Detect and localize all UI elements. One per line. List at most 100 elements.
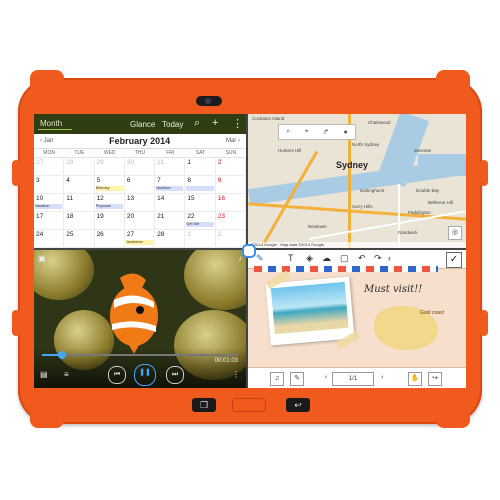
day-number: 5: [96, 177, 101, 184]
done-button[interactable]: ✓: [446, 252, 462, 268]
calendar-day-cell[interactable]: 19: [94, 212, 125, 230]
calendar-day-cell[interactable]: 2: [215, 158, 246, 176]
calendar-event[interactable]: Proposal: [95, 204, 123, 209]
text-icon[interactable]: T: [288, 253, 294, 263]
calendar-day-cell[interactable]: 28: [64, 158, 95, 176]
next-month-button[interactable]: Mar ›: [226, 138, 240, 144]
calendar-day-cell[interactable]: 17: [34, 212, 65, 230]
calendar-day-cell[interactable]: 29: [94, 158, 125, 176]
pin-icon[interactable]: ⌖: [305, 128, 309, 136]
glance-tab[interactable]: Glance: [130, 120, 155, 129]
calendar-day-cell[interactable]: 8: [185, 176, 216, 194]
calendar-day-cell[interactable]: 16: [215, 194, 246, 212]
pen-icon[interactable]: ✎: [256, 253, 264, 264]
calendar-day-cell[interactable]: 9: [215, 176, 246, 194]
directions-icon[interactable]: ↱: [323, 128, 329, 136]
calendar-day-cell[interactable]: 15: [185, 194, 216, 212]
plus-icon[interactable]: +: [212, 117, 218, 129]
calendar-day-cell[interactable]: 18: [64, 212, 95, 230]
calendar-day-cell[interactable]: 24: [34, 230, 65, 248]
hand-tool-icon[interactable]: ✋: [408, 372, 422, 386]
calendar-day-cell[interactable]: 2: [215, 230, 246, 248]
seek-handle[interactable]: [57, 351, 66, 359]
playlist-icon[interactable]: ≡: [64, 370, 69, 379]
calendar-event[interactable]: Jamboree: [125, 240, 154, 245]
chevron-left-icon[interactable]: ‹: [388, 253, 391, 263]
calendar-day-cell[interactable]: 1: [185, 158, 216, 176]
place-label: North Sydney: [352, 142, 380, 147]
multiwindow-handle[interactable]: [242, 244, 256, 258]
fast-forward-button[interactable]: ⏭: [166, 366, 184, 384]
eraser-icon[interactable]: ◈: [306, 253, 313, 264]
calendar-day-cell[interactable]: 5 Birthday: [94, 176, 125, 194]
calendar-day-cell[interactable]: 4: [64, 176, 95, 194]
screen-mode-icon[interactable]: ▤: [40, 370, 48, 379]
calendar-day-cell[interactable]: 23: [215, 212, 246, 230]
calendar-day-cell[interactable]: 25: [64, 230, 95, 248]
view-selector[interactable]: Month: [38, 118, 73, 130]
day-number: 8: [187, 177, 192, 184]
calendar-day-cell[interactable]: 30: [124, 158, 156, 176]
calendar-day-cell[interactable]: 27: [34, 158, 65, 176]
beach-image: [270, 281, 349, 335]
map-toolbar: ⌕ ⌖ ↱ ●: [278, 124, 356, 140]
calendar-day-cell[interactable]: 27 Jamboree: [124, 230, 156, 248]
volume-icon[interactable]: ♪: [238, 254, 242, 263]
overflow-menu-icon[interactable]: ⋮: [232, 370, 240, 379]
insert-media-icon[interactable]: ♫: [270, 372, 284, 386]
my-location-icon[interactable]: ◎: [448, 226, 462, 240]
selection-icon[interactable]: ▢: [340, 253, 349, 264]
calendar-day-cell[interactable]: 6: [124, 176, 156, 194]
rewind-button[interactable]: ⏮: [108, 366, 126, 384]
calendar-day-cell[interactable]: 21: [155, 212, 186, 230]
maps-app[interactable]: ⌕ ⌖ ↱ ● Sydney Cockatoo Island Hunters H…: [248, 114, 466, 248]
edit-page-icon[interactable]: ✎: [290, 372, 304, 386]
calendar-day-cell[interactable]: 14: [155, 194, 186, 212]
prev-month-button[interactable]: ‹ Jan: [40, 138, 53, 144]
calendar-day-cell[interactable]: 1: [185, 230, 216, 248]
day-number: 13: [126, 195, 135, 202]
pause-button[interactable]: ❚❚: [134, 364, 156, 386]
search-icon[interactable]: ⌕: [194, 117, 200, 130]
calendar-day-cell[interactable]: 31: [155, 158, 186, 176]
undo-icon[interactable]: ↶: [358, 253, 366, 264]
popup-player-icon[interactable]: ▣: [38, 254, 46, 263]
today-button[interactable]: Today: [162, 120, 183, 129]
calendar-day-cell[interactable]: 7 Vacation: [155, 176, 186, 194]
calendar-event[interactable]: [186, 186, 214, 191]
calendar-event[interactable]: Vacation: [156, 186, 184, 191]
case-side-grip: [12, 160, 20, 186]
beach-photo[interactable]: [265, 276, 355, 346]
home-key[interactable]: [232, 398, 266, 412]
calendar-day-cell[interactable]: 11: [64, 194, 95, 212]
calendar-day-cell[interactable]: 26: [94, 230, 125, 248]
recent-apps-key[interactable]: ❐: [192, 398, 216, 412]
day-number: 31: [157, 159, 165, 166]
day-number: 16: [217, 195, 225, 202]
place-label: Surry Hills: [352, 204, 373, 209]
calendar-day-cell[interactable]: 20: [124, 212, 156, 230]
weekday-label: SAT: [195, 150, 206, 156]
seek-bar[interactable]: [42, 351, 238, 359]
airmail-border: [254, 266, 438, 272]
video-player[interactable]: ▣ ♪ 00:01:03 ▤ ≡ ⏮ ❚❚ ⏭ ⋮: [34, 250, 246, 388]
overflow-menu-icon[interactable]: ⋮: [232, 117, 243, 130]
calendar-day-cell[interactable]: 13: [124, 194, 156, 212]
calendar-day-cell[interactable]: 22 Get Set: [185, 212, 216, 230]
calendar-day-cell[interactable]: 10 Vacation: [34, 194, 65, 212]
calendar-day-cell[interactable]: 12 Proposal: [94, 194, 125, 212]
next-page-icon[interactable]: ›: [376, 372, 388, 384]
prev-page-icon[interactable]: ‹: [320, 372, 332, 384]
back-key[interactable]: ↩: [286, 398, 310, 412]
redo-icon[interactable]: ↷: [374, 253, 382, 264]
account-icon[interactable]: ●: [344, 129, 348, 136]
calendar-event[interactable]: Get Set: [186, 222, 214, 227]
cloud-icon[interactable]: ☁: [322, 253, 331, 264]
share-icon[interactable]: ↪: [428, 372, 442, 386]
calendar-event[interactable]: Vacation: [35, 204, 63, 209]
calendar-day-cell[interactable]: 28: [155, 230, 186, 248]
calendar-event[interactable]: Birthday: [95, 186, 123, 191]
search-icon[interactable]: ⌕: [286, 128, 290, 136]
calendar-day-cell[interactable]: 3: [34, 176, 65, 194]
place-label: Darlinghurst: [360, 188, 385, 193]
